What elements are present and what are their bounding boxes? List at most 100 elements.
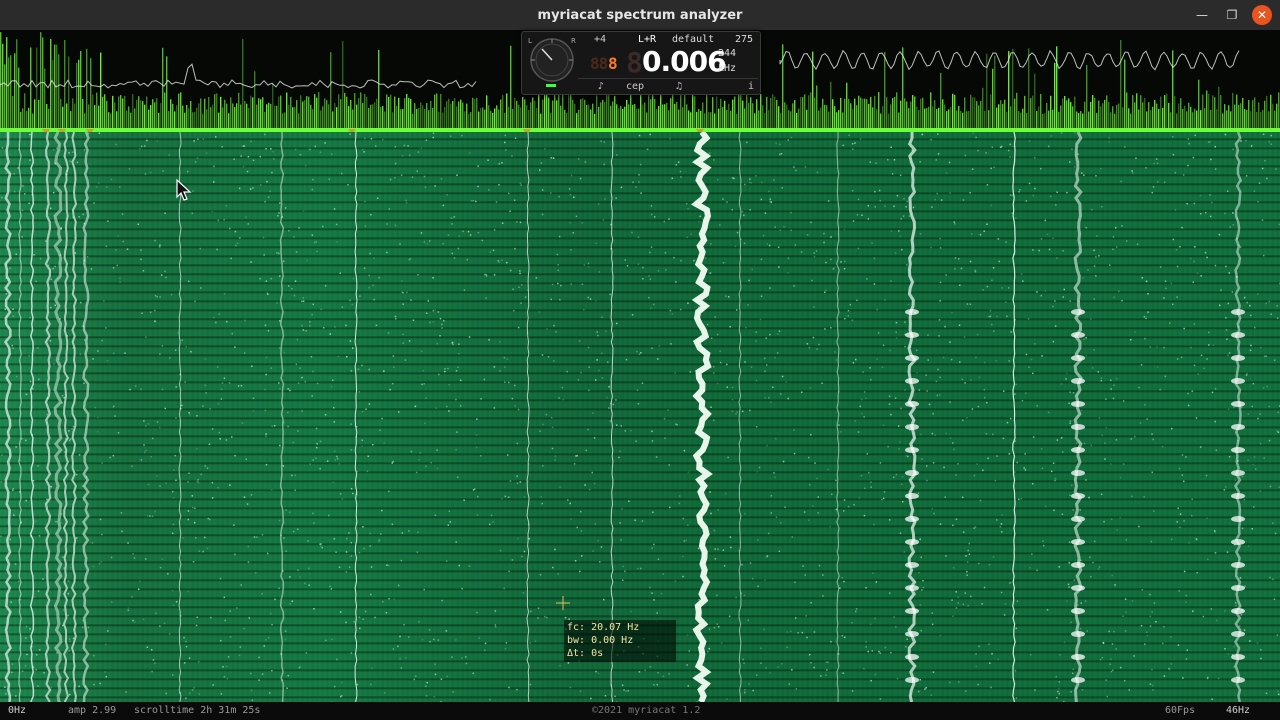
waterfall-speck xyxy=(1194,246,1196,248)
waterfall-speck xyxy=(119,277,121,280)
info-icon[interactable]: i xyxy=(748,81,754,92)
waterfall-speck xyxy=(1006,315,1008,318)
waterfall-speck xyxy=(864,487,866,489)
window-controls: — ❐ ✕ xyxy=(1192,5,1272,25)
waterfall-speck xyxy=(847,310,850,312)
waterfall-speck xyxy=(870,379,872,381)
waterfall-speck xyxy=(146,646,149,648)
close-icon[interactable]: ✕ xyxy=(1252,5,1272,25)
waterfall-speck xyxy=(387,564,390,567)
waterfall-speck xyxy=(915,349,918,352)
control-widget[interactable]: L R +4 L+R default 275 88 8 8 0.006 244 … xyxy=(521,31,761,95)
waterfall-speck xyxy=(648,296,650,299)
waterfall-speck xyxy=(593,437,596,439)
waterfall-speck xyxy=(823,241,825,244)
waterfall-speck xyxy=(580,530,583,532)
waterfall-spectrogram[interactable] xyxy=(0,132,1280,702)
cursor-tooltip: fc: 20.07 Hz bw: 0.00 Hz Δt: 0s xyxy=(564,620,676,662)
waterfall-speck xyxy=(160,274,163,276)
waterfall-speck xyxy=(879,199,881,202)
waterfall-speck xyxy=(504,141,506,144)
waterfall-speck xyxy=(1130,339,1132,341)
cep-button[interactable]: cep xyxy=(626,81,644,92)
waterfall-speck xyxy=(188,412,190,414)
waterfall-speck xyxy=(550,298,552,301)
waterfall-speck xyxy=(402,303,404,305)
waterfall-speck xyxy=(63,451,66,453)
waterfall-speck xyxy=(175,417,177,419)
waterfall-speck xyxy=(249,672,252,675)
waterfall-speck xyxy=(105,245,108,248)
preset-name[interactable]: default xyxy=(672,34,714,45)
waterfall-speck xyxy=(697,547,700,550)
gain-offset[interactable]: +4 xyxy=(594,34,606,45)
waterfall-speck xyxy=(741,210,744,213)
waterfall-speck xyxy=(213,316,215,319)
waterfall-speck xyxy=(858,497,861,499)
status-amp[interactable]: amp 2.99 xyxy=(68,705,116,716)
waterfall-speck xyxy=(1156,366,1159,368)
waterfall-speck xyxy=(818,343,820,346)
waterfall-speck xyxy=(220,639,222,642)
waterfall-speck xyxy=(1098,566,1101,568)
waterfall-speck xyxy=(1210,608,1213,610)
waterfall-blob xyxy=(1071,332,1085,338)
spectrum-bar xyxy=(1166,93,1168,132)
waterfall-speck xyxy=(434,673,437,676)
note-icon[interactable]: ♪ xyxy=(598,81,604,92)
waterfall-speck xyxy=(349,133,351,135)
waterfall-speck xyxy=(983,389,986,391)
waterfall-speck xyxy=(365,408,367,410)
waterfall-speck xyxy=(964,592,967,594)
waterfall-speck xyxy=(507,454,509,456)
waterfall-speck xyxy=(181,339,183,341)
waterfall-speck xyxy=(1262,133,1265,135)
spectrum-bar xyxy=(286,92,288,132)
waterfall-speck xyxy=(421,383,423,386)
waterfall-speck xyxy=(769,672,771,674)
spectrum-bar xyxy=(990,94,992,132)
waterfall-speck xyxy=(403,624,405,626)
waterfall-speck xyxy=(1036,569,1038,571)
waterfall-speck xyxy=(803,511,806,513)
spectrum-bar xyxy=(436,93,438,132)
waterfall-speck xyxy=(701,234,704,237)
waterfall-speck xyxy=(816,348,818,350)
waterfall-speck xyxy=(501,222,504,224)
waterfall-speck xyxy=(806,343,809,345)
waterfall-speck xyxy=(416,170,418,172)
waterfall-speck xyxy=(339,611,342,613)
waterfall-speck xyxy=(1069,420,1071,422)
waterfall-speck xyxy=(216,248,218,251)
waterfall-speck xyxy=(33,596,36,598)
waterfall-speck xyxy=(955,474,957,476)
waterfall-speck xyxy=(838,424,840,426)
level-dial-icon[interactable]: L R xyxy=(526,35,578,85)
waterfall-speck xyxy=(187,518,189,521)
spectrum-bar xyxy=(92,94,94,132)
minimize-icon[interactable]: — xyxy=(1192,5,1212,25)
waterfall-speck xyxy=(1044,290,1047,292)
status-scrolltime[interactable]: scrolltime 2h 31m 25s xyxy=(134,705,260,716)
waterfall-speck xyxy=(440,178,443,180)
music-icon[interactable]: ♫ xyxy=(676,81,682,92)
waterfall-speck xyxy=(932,671,935,673)
waterfall-speck xyxy=(193,687,195,689)
waterfall-speck xyxy=(546,328,548,330)
waterfall-speck xyxy=(1149,625,1152,627)
waterfall-blob xyxy=(905,493,919,499)
spectrum-bar xyxy=(814,97,816,132)
maximize-icon[interactable]: ❐ xyxy=(1222,5,1242,25)
waterfall-speck xyxy=(812,336,815,339)
waterfall-speck xyxy=(132,619,134,622)
waterfall-speck xyxy=(200,287,202,289)
waterfall-speck xyxy=(147,423,149,425)
waterfall-speck xyxy=(493,229,496,231)
waterfall-speck xyxy=(903,198,905,200)
waterfall-speck xyxy=(79,353,82,356)
channel-mode[interactable]: L+R xyxy=(638,34,656,45)
waterfall-speck xyxy=(223,596,225,599)
spectrum-bar xyxy=(10,55,12,132)
waterfall-speck xyxy=(574,560,577,562)
waterfall-speck xyxy=(954,223,956,225)
